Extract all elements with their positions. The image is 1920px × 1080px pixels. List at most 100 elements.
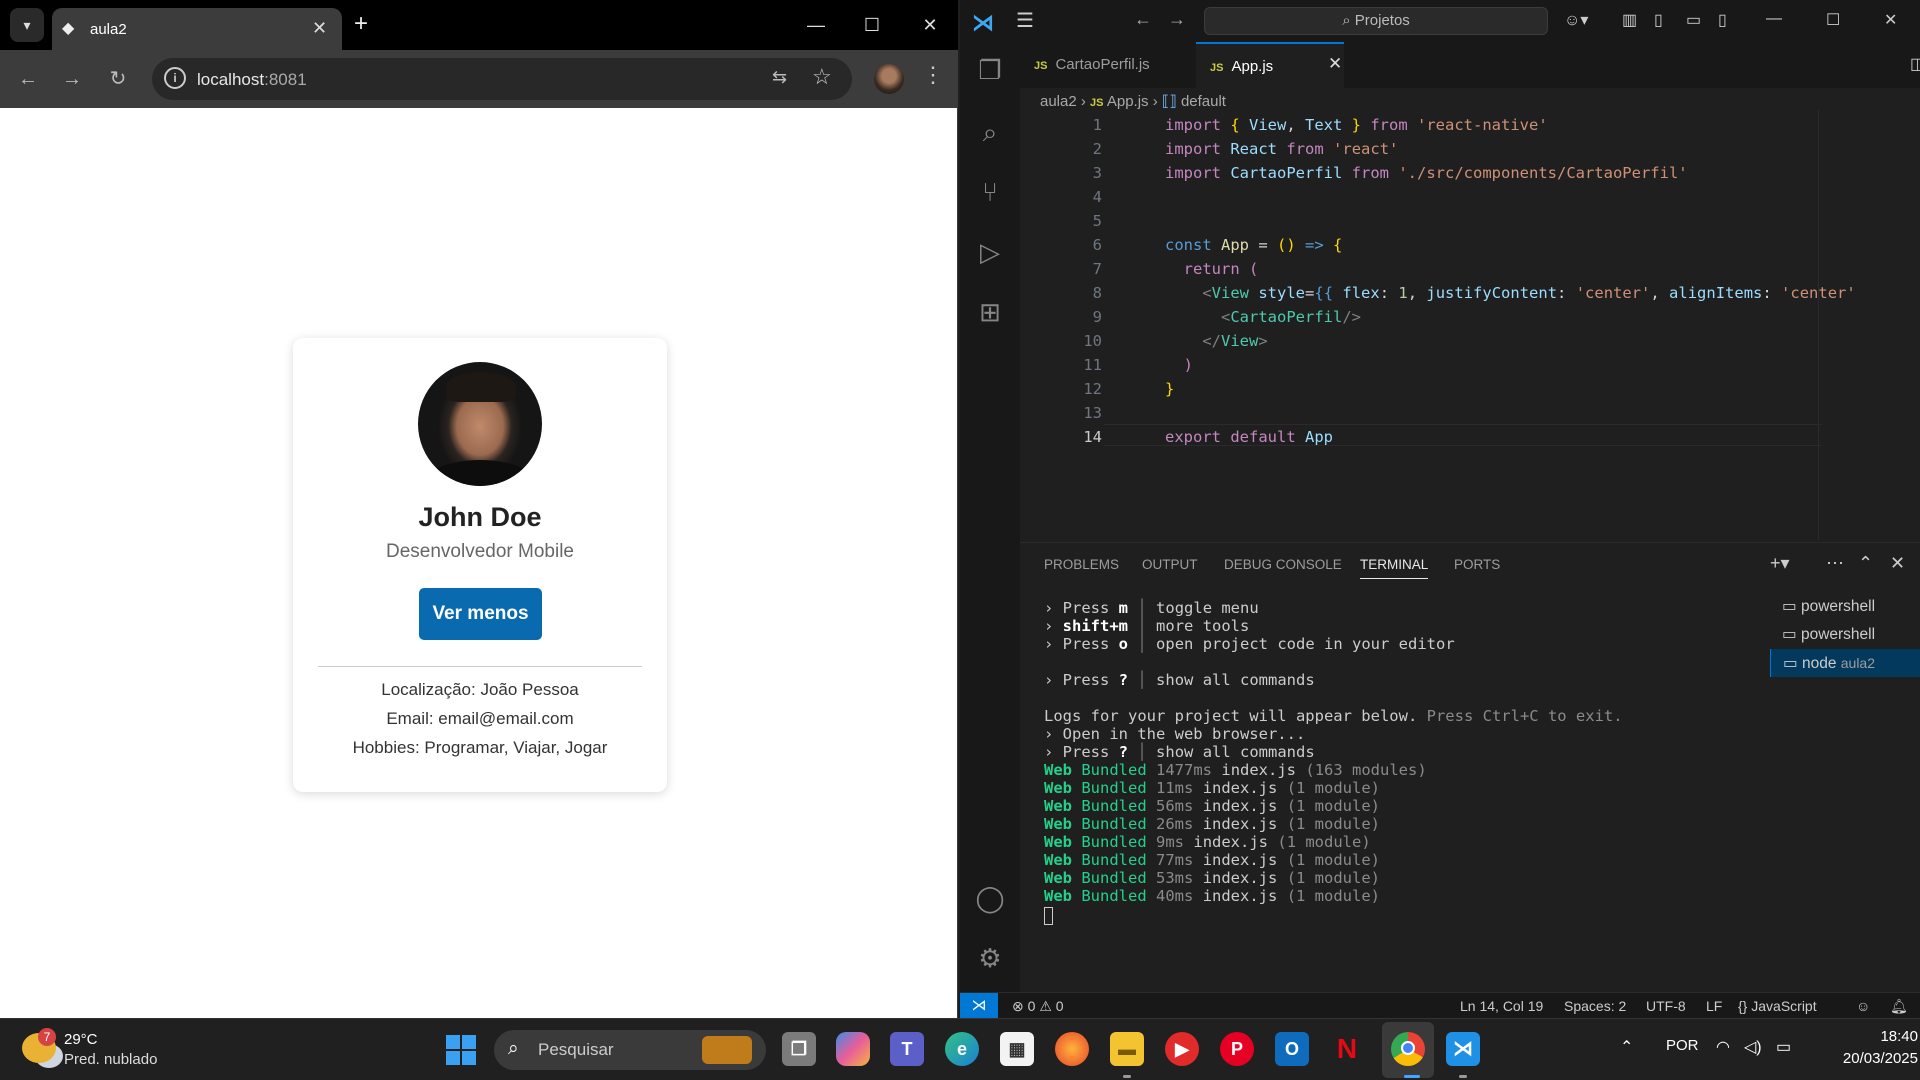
- tab-debug-console[interactable]: DEBUG CONSOLE: [1224, 557, 1342, 572]
- toggle-panel-icon[interactable]: ▭: [1686, 10, 1701, 30]
- wifi-icon[interactable]: ◠: [1716, 1037, 1730, 1057]
- translate-icon[interactable]: ⇆: [772, 67, 787, 88]
- menu-icon[interactable]: ☰: [1016, 8, 1034, 33]
- pinterest-icon[interactable]: P: [1220, 1032, 1254, 1066]
- back-arrow-icon[interactable]: ←: [1134, 9, 1152, 30]
- split-editor-icon[interactable]: ◫: [1910, 54, 1920, 74]
- battery-icon[interactable]: ▭: [1776, 1037, 1791, 1057]
- command-center-search[interactable]: ⌕ Projetos: [1204, 7, 1548, 35]
- tab-terminal[interactable]: TERMINAL: [1360, 557, 1429, 579]
- minimize-button[interactable]: —: [1766, 10, 1782, 28]
- vscode-icon[interactable]: ⋊: [1446, 1032, 1480, 1066]
- clock-time[interactable]: 18:40: [1868, 1028, 1918, 1045]
- weather-temperature[interactable]: 29°C: [64, 1031, 98, 1048]
- problems-indicator[interactable]: ⊗ 0 ⚠ 0: [1012, 998, 1064, 1015]
- line-number: 2: [1092, 140, 1102, 158]
- outlook-icon[interactable]: O: [1275, 1032, 1309, 1066]
- profile-name: John Doe: [418, 502, 542, 532]
- new-terminal-icon[interactable]: +▾: [1770, 553, 1790, 574]
- js-file-icon: JS: [1210, 62, 1224, 74]
- copilot-icon[interactable]: ☺▾: [1564, 10, 1588, 30]
- toggle-sidebar-icon[interactable]: ▯: [1654, 10, 1663, 30]
- cursor-position[interactable]: Ln 14, Col 19: [1460, 998, 1543, 1014]
- youtube-icon[interactable]: ▶: [1165, 1032, 1199, 1066]
- chrome-icon[interactable]: [1391, 1032, 1425, 1066]
- back-arrow-icon[interactable]: ←: [12, 63, 44, 95]
- browser-tab[interactable]: ◆ aula2 ✕: [52, 8, 342, 50]
- profile-avatar[interactable]: [874, 64, 904, 94]
- extensions-icon[interactable]: ⊞: [974, 296, 1006, 328]
- copilot-icon[interactable]: [836, 1032, 870, 1066]
- language-mode[interactable]: {} JavaScript: [1738, 998, 1817, 1014]
- run-debug-icon[interactable]: ▷: [974, 236, 1006, 268]
- tab-ports[interactable]: PORTS: [1454, 557, 1500, 572]
- close-tab-icon[interactable]: ✕: [1328, 54, 1342, 74]
- terminal-output[interactable]: › Press m │ toggle menu › shift+m │ more…: [1044, 599, 1784, 925]
- notifications-bell-icon[interactable]: 🔔︎: [1890, 998, 1908, 1015]
- line-ending[interactable]: LF: [1706, 998, 1722, 1014]
- terminal-item-powershell[interactable]: ▭ powershell: [1770, 593, 1920, 621]
- encoding[interactable]: UTF-8: [1646, 998, 1686, 1014]
- show-hidden-icons-chevron-icon[interactable]: ⌃: [1620, 1037, 1633, 1057]
- explorer-icon[interactable]: ❐: [974, 54, 1006, 86]
- bookmark-star-icon[interactable]: ☆: [812, 64, 832, 90]
- toggle-secondary-sidebar-icon[interactable]: ▯: [1718, 10, 1727, 30]
- maximize-button[interactable]: ☐: [1826, 10, 1840, 30]
- line-number: 11: [1083, 356, 1102, 374]
- terminal-item-node[interactable]: ▭ node aula2: [1770, 649, 1920, 677]
- avatar-hair: [446, 372, 516, 402]
- edge-icon[interactable]: e: [945, 1032, 979, 1066]
- file-explorer-icon[interactable]: ▬: [1110, 1032, 1144, 1066]
- kebab-menu-icon[interactable]: ⋮: [922, 62, 944, 88]
- teams-icon[interactable]: T: [890, 1032, 924, 1066]
- code-editor[interactable]: 1 2 3 4 5 6 7 8 9 10 11 12 13 14 import …: [1020, 110, 1920, 540]
- forward-arrow-icon[interactable]: →: [56, 63, 88, 95]
- terminal-item-powershell[interactable]: ▭ powershell: [1770, 621, 1920, 649]
- tab-search-button[interactable]: ▾: [10, 8, 44, 42]
- minimize-button[interactable]: —: [796, 8, 836, 42]
- start-button[interactable]: [446, 1035, 476, 1065]
- taskbar-search[interactable]: ⌕ Pesquisar: [494, 1030, 766, 1070]
- source-control-icon[interactable]: ⑂: [974, 176, 1006, 208]
- close-panel-icon[interactable]: ✕: [1890, 553, 1905, 574]
- netflix-icon[interactable]: N: [1330, 1032, 1364, 1066]
- tab-output[interactable]: OUTPUT: [1142, 557, 1198, 572]
- clock-date[interactable]: 20/03/2025: [1810, 1050, 1918, 1067]
- task-view-icon[interactable]: ❐: [782, 1032, 816, 1066]
- toggle-details-button[interactable]: Ver menos: [419, 588, 542, 640]
- volume-icon[interactable]: ◁): [1744, 1037, 1762, 1057]
- weather-condition[interactable]: Pred. nublado: [64, 1051, 157, 1068]
- remote-indicator-icon[interactable]: ⋊: [960, 993, 998, 1019]
- microsoft-store-icon[interactable]: ▦: [1000, 1032, 1034, 1066]
- copilot-status-icon[interactable]: ☺: [1856, 998, 1870, 1014]
- breadcrumb-symbol[interactable]: default: [1181, 93, 1226, 110]
- address-bar[interactable]: i localhost:8081 ⇆ ☆: [152, 58, 852, 100]
- search-icon[interactable]: ⌕: [974, 116, 1006, 148]
- minimap[interactable]: [1818, 110, 1902, 540]
- settings-gear-icon[interactable]: ⚙: [974, 942, 1006, 974]
- input-language[interactable]: POR: [1666, 1037, 1699, 1054]
- tab-app[interactable]: JS App.js: [1196, 42, 1344, 88]
- tab-cartaoperfil[interactable]: JS CartaoPerfil.js: [1020, 42, 1190, 88]
- forward-arrow-icon[interactable]: →: [1168, 9, 1186, 30]
- firefox-icon[interactable]: [1055, 1032, 1089, 1066]
- breadcrumb-folder[interactable]: aula2: [1040, 93, 1077, 110]
- reload-icon[interactable]: ↻: [102, 63, 134, 95]
- new-tab-button[interactable]: +: [354, 10, 368, 38]
- close-tab-icon[interactable]: ✕: [312, 18, 327, 39]
- account-icon[interactable]: ◯: [974, 882, 1006, 914]
- more-actions-icon[interactable]: ⋯: [1826, 553, 1844, 574]
- close-window-button[interactable]: ✕: [910, 8, 950, 42]
- terminal-line: › shift+m │ more tools: [1044, 617, 1250, 635]
- maximize-button[interactable]: ☐: [852, 8, 892, 42]
- site-info-icon[interactable]: i: [164, 67, 186, 89]
- chevron-right-icon: ›: [1080, 93, 1091, 110]
- maximize-panel-icon[interactable]: ⌃: [1858, 553, 1873, 574]
- indentation[interactable]: Spaces: 2: [1564, 998, 1626, 1014]
- layout-customize-icon[interactable]: ▥: [1622, 10, 1637, 30]
- current-line-highlight: [1104, 424, 1822, 446]
- tab-problems[interactable]: PROBLEMS: [1044, 557, 1119, 572]
- breadcrumb-file[interactable]: App.js: [1107, 93, 1149, 110]
- close-window-button[interactable]: ✕: [1884, 10, 1897, 30]
- running-indicator: [1459, 1075, 1467, 1078]
